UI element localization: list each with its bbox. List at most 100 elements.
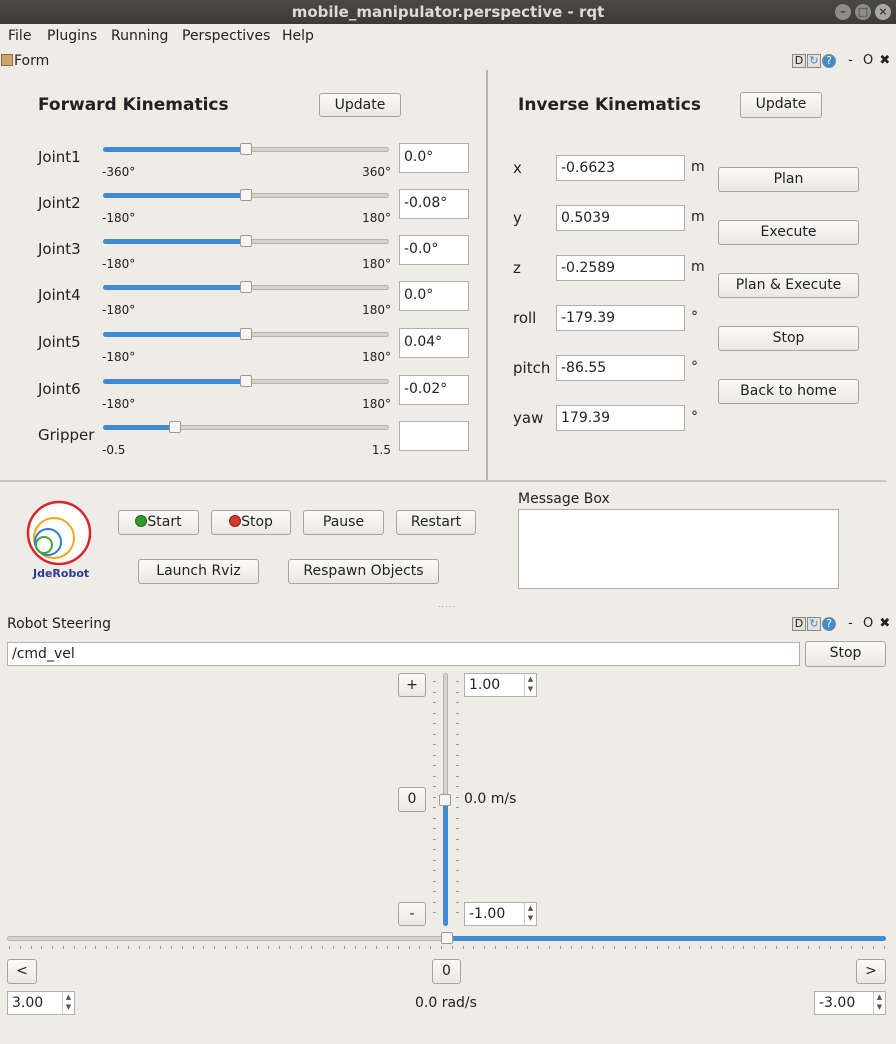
slider-tick — [797, 946, 798, 949]
ik-value-field[interactable]: -0.6623 — [556, 155, 685, 181]
slider-handle[interactable] — [240, 189, 252, 201]
minimize-window-icon[interactable]: – — [835, 4, 851, 20]
joint-slider[interactable] — [103, 328, 389, 342]
slider-tick — [754, 946, 755, 949]
joint-slider[interactable] — [103, 421, 389, 435]
respawn-objects-button[interactable]: Respawn Objects — [288, 559, 439, 584]
turn-left-button[interactable]: < — [7, 959, 37, 984]
slider-handle[interactable] — [240, 328, 252, 340]
help-icon[interactable]: ? — [822, 53, 836, 68]
plan-button[interactable]: Plan — [718, 167, 859, 192]
joint-label: Joint1 — [38, 148, 81, 166]
ik-value-field[interactable]: -179.39 — [556, 305, 685, 331]
joint-slider[interactable] — [103, 375, 389, 389]
message-box[interactable] — [518, 509, 839, 589]
dock-minimize-icon[interactable]: - — [848, 616, 853, 631]
close-window-icon[interactable]: × — [875, 4, 891, 20]
slider-tick — [614, 946, 615, 949]
dock-d-icon[interactable]: D — [792, 616, 806, 631]
slider-handle[interactable] — [240, 143, 252, 155]
ik-value-field[interactable]: -86.55 — [556, 355, 685, 381]
joint-slider[interactable] — [103, 235, 389, 249]
slider-handle[interactable] — [240, 281, 252, 293]
slider-handle[interactable] — [240, 235, 252, 247]
joint-slider[interactable] — [103, 189, 389, 203]
joint-slider[interactable] — [103, 281, 389, 295]
stop-button[interactable]: Stop — [211, 510, 291, 535]
joint-value-field[interactable]: 0.0° — [399, 143, 469, 173]
increase-linear-button[interactable]: + — [398, 673, 426, 697]
turn-right-button[interactable]: > — [856, 959, 886, 984]
joint-slider[interactable] — [103, 143, 389, 157]
joint-max-label: 180° — [362, 303, 391, 317]
joint-value-field[interactable]: 0.04° — [399, 328, 469, 358]
spin-arrows-icon[interactable]: ▲ ▼ — [524, 674, 536, 696]
execute-button[interactable]: Execute — [718, 220, 859, 245]
restart-button[interactable]: Restart — [396, 510, 476, 535]
reload-icon[interactable]: ↻ — [807, 616, 821, 631]
slider-tick — [473, 946, 474, 949]
ik-stop-button[interactable]: Stop — [718, 326, 859, 351]
slider-tick — [441, 946, 442, 949]
zero-angular-button[interactable]: 0 — [432, 959, 461, 984]
dock-float-icon[interactable]: O — [863, 616, 873, 631]
start-button[interactable]: Start — [118, 510, 199, 535]
spin-arrows-icon[interactable]: ▲ ▼ — [873, 992, 885, 1014]
dock-float-icon[interactable]: O — [863, 53, 873, 68]
ik-value-field[interactable]: 0.5039 — [556, 205, 685, 231]
spin-arrows-icon[interactable]: ▲ ▼ — [62, 992, 74, 1014]
joint-value-field[interactable]: 0.0° — [399, 281, 469, 311]
joint-value-field[interactable]: -0.02° — [399, 375, 469, 405]
joint-value-field[interactable] — [399, 421, 469, 451]
ik-value-field[interactable]: -0.2589 — [556, 255, 685, 281]
dock-close-icon[interactable]: ✖ — [879, 616, 890, 631]
angular-velocity-slider[interactable] — [7, 928, 886, 950]
menu-plugins[interactable]: Plugins — [47, 28, 97, 44]
slider-tick — [182, 946, 183, 949]
slider-tick — [106, 946, 107, 949]
slider-tick — [31, 946, 32, 949]
topic-input[interactable]: /cmd_vel — [7, 642, 800, 666]
menu-help[interactable]: Help — [282, 28, 314, 44]
slider-handle[interactable] — [441, 932, 453, 944]
slider-tick — [711, 946, 712, 949]
menu-perspectives[interactable]: Perspectives — [182, 28, 270, 44]
back-to-home-button[interactable]: Back to home — [718, 379, 859, 404]
linear-velocity-slider[interactable] — [433, 673, 459, 926]
joint-value-field[interactable]: -0.08° — [399, 189, 469, 219]
launch-rviz-button[interactable]: Launch Rviz — [138, 559, 259, 584]
splitter-handle[interactable]: ..... — [438, 600, 456, 609]
slider-handle[interactable] — [240, 375, 252, 387]
min-linear-spinbox[interactable]: -1.00 ▲ ▼ — [464, 902, 537, 926]
slider-handle[interactable] — [169, 421, 181, 433]
steering-stop-button[interactable]: Stop — [805, 641, 886, 667]
min-angular-spinbox[interactable]: -3.00 ▲ ▼ — [814, 991, 886, 1015]
menu-running[interactable]: Running — [111, 28, 168, 44]
slider-tick — [433, 776, 436, 777]
maximize-window-icon[interactable]: □ — [855, 4, 871, 20]
spin-arrows-icon[interactable]: ▲ ▼ — [524, 903, 536, 925]
ik-value-field[interactable]: 179.39 — [556, 405, 685, 431]
slider-fill — [103, 332, 246, 337]
dock-close-icon[interactable]: ✖ — [879, 53, 890, 68]
max-linear-spinbox[interactable]: 1.00 ▲ ▼ — [464, 673, 537, 697]
slider-tick — [433, 881, 436, 882]
dock-minimize-icon[interactable]: - — [848, 53, 853, 68]
pause-button[interactable]: Pause — [303, 510, 384, 535]
zero-linear-button[interactable]: 0 — [398, 787, 426, 812]
slider-handle[interactable] — [439, 794, 451, 806]
joint-value-field[interactable]: -0.0° — [399, 235, 469, 265]
slider-tick — [433, 786, 436, 787]
slider-tick — [456, 870, 459, 871]
help-icon[interactable]: ? — [822, 616, 836, 631]
fk-update-button[interactable]: Update — [319, 93, 401, 117]
ik-update-button[interactable]: Update — [740, 92, 822, 118]
decrease-linear-button[interactable]: - — [398, 902, 426, 926]
slider-tick — [456, 818, 459, 819]
reload-icon[interactable]: ↻ — [807, 53, 821, 68]
max-angular-spinbox[interactable]: 3.00 ▲ ▼ — [7, 991, 75, 1015]
dock-d-icon[interactable]: D — [792, 53, 806, 68]
plan-execute-button[interactable]: Plan & Execute — [718, 273, 859, 298]
menu-file[interactable]: File — [8, 28, 31, 44]
slider-tick — [679, 946, 680, 949]
